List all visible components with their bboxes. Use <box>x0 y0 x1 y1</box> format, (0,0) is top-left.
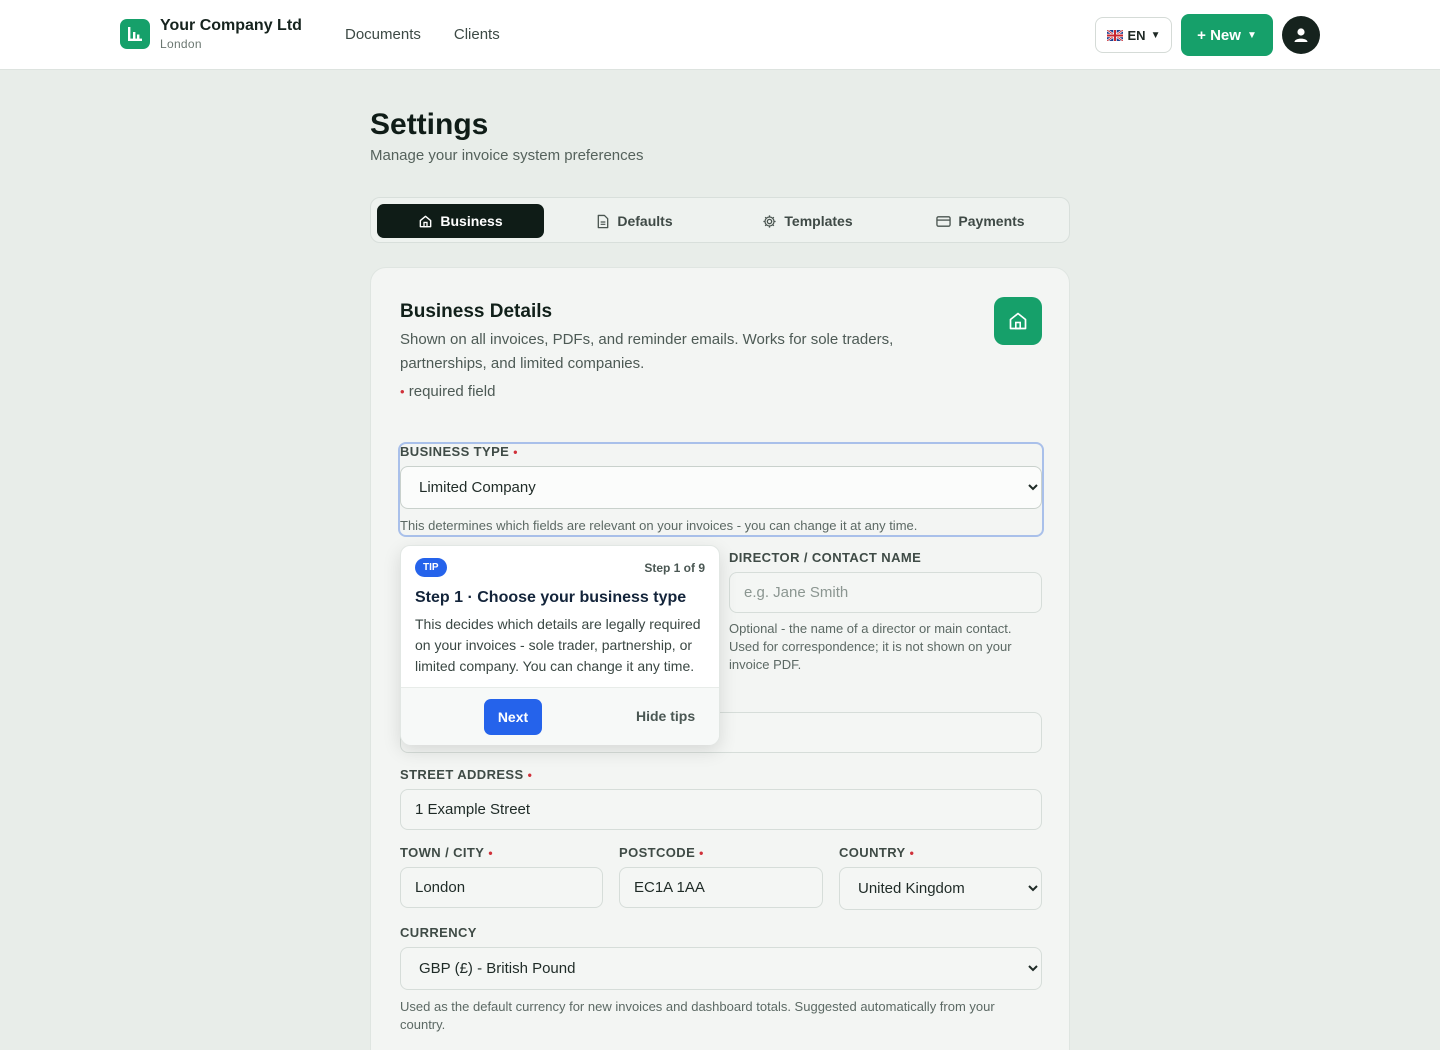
user-avatar[interactable] <box>1282 16 1320 54</box>
main-nav: Documents Clients <box>345 25 500 45</box>
business-type-select[interactable]: Limited Company <box>400 466 1042 509</box>
tab-payments[interactable]: Payments <box>897 204 1064 238</box>
chevron-down-icon: ▼ <box>1150 29 1161 41</box>
page-title: Settings <box>370 108 489 141</box>
card-title: Business Details <box>400 301 553 322</box>
tip-step-counter: Step 1 of 9 <box>644 561 705 575</box>
required-note-text: required field <box>408 383 496 400</box>
hide-tips-button[interactable]: Hide tips <box>636 708 695 724</box>
top-bar: Your Company Ltd London Documents Client… <box>0 0 1440 70</box>
card-description: Shown on all invoices, PDFs, and reminde… <box>400 331 894 372</box>
tip-next-button[interactable]: Next <box>484 699 542 735</box>
chevron-down-icon: ▼ <box>1246 29 1257 41</box>
currency-select[interactable]: GBP (£) - British Pound <box>400 947 1042 990</box>
onboarding-tip: TIP Step 1 of 9 Step 1 · Choose your bus… <box>400 545 720 745</box>
required-marker: • <box>400 384 405 399</box>
postcode-label: POSTCODE • <box>619 845 704 860</box>
language-label: EN <box>1127 27 1146 43</box>
tab-templates[interactable]: Templates <box>724 204 891 238</box>
settings-tabs: Business Defaults Templates Payments <box>370 197 1070 243</box>
nav-documents[interactable]: Documents <box>345 25 421 45</box>
card-icon <box>936 215 952 227</box>
new-button-label: + New <box>1197 26 1241 44</box>
street-input[interactable] <box>400 789 1042 830</box>
bar-chart-logo-icon <box>120 19 150 49</box>
user-icon <box>1294 28 1308 42</box>
tab-business[interactable]: Business <box>377 204 544 238</box>
tip-body: This decides which details are legally r… <box>415 616 701 674</box>
country-label: COUNTRY • <box>839 845 915 860</box>
tab-defaults[interactable]: Defaults <box>551 204 718 238</box>
tab-label: Business <box>440 213 503 229</box>
business-type-label: BUSINESS TYPE • <box>400 444 518 459</box>
director-label: DIRECTOR / CONTACT NAME <box>729 550 922 565</box>
tab-label: Templates <box>784 213 853 229</box>
document-icon <box>598 214 609 228</box>
tab-label: Payments <box>958 213 1025 229</box>
required-note: • required field <box>400 383 495 400</box>
page-subtitle: Manage your invoice system preferences <box>370 147 644 164</box>
home-icon <box>420 215 432 227</box>
company-city: London <box>160 37 202 51</box>
director-help: Optional - the name of a director or mai… <box>729 621 1012 672</box>
business-details-card: Business Details Shown on all invoices, … <box>370 267 1070 1050</box>
home-icon <box>994 297 1042 345</box>
language-selector[interactable]: EN ▼ <box>1095 17 1172 53</box>
town-label: TOWN / CITY • <box>400 845 493 860</box>
town-input[interactable] <box>400 867 603 908</box>
currency-help: Used as the default currency for new inv… <box>400 999 995 1032</box>
tip-badge: TIP <box>415 558 447 577</box>
tip-footer: Next Hide tips <box>401 687 719 745</box>
street-label: STREET ADDRESS • <box>400 767 533 782</box>
company-name: Your Company Ltd <box>160 17 302 34</box>
tab-label: Defaults <box>617 213 673 229</box>
brand[interactable]: Your Company Ltd London <box>120 16 302 52</box>
currency-label: CURRENCY <box>400 925 477 940</box>
country-select[interactable]: United Kingdom <box>839 867 1042 910</box>
gear-icon <box>763 214 776 228</box>
business-type-help: This determines which fields are relevan… <box>400 518 918 533</box>
director-input[interactable] <box>729 572 1042 613</box>
tip-title: Step 1 · Choose your business type <box>415 589 687 606</box>
nav-clients[interactable]: Clients <box>454 25 500 45</box>
uk-flag-icon <box>1106 29 1123 41</box>
postcode-input[interactable] <box>619 867 823 908</box>
new-button[interactable]: + New ▼ <box>1181 14 1273 56</box>
